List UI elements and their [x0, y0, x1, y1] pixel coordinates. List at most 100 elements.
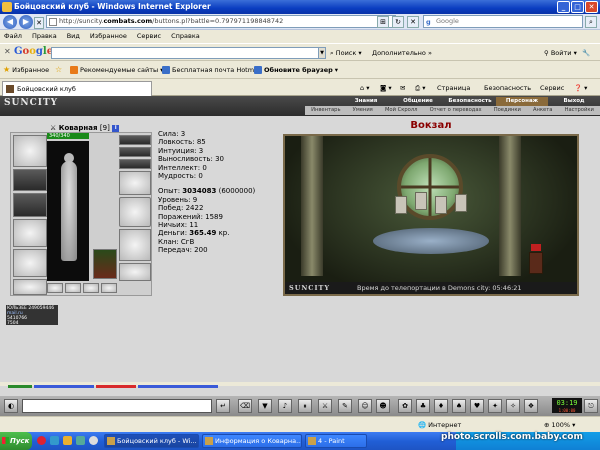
chat-toggle-icon[interactable]: ◐: [4, 399, 18, 413]
fav-item-update[interactable]: Обновите браузер ▾: [254, 61, 338, 79]
menu-view[interactable]: Вид: [67, 30, 80, 43]
action-icon-3[interactable]: ♦: [434, 399, 448, 413]
help-icon[interactable]: ❓ ▾: [574, 81, 587, 95]
maximize-button[interactable]: □: [571, 1, 584, 13]
rating-counter[interactable]: ЮЛЬЗЕЕ 249059446 mail.ru 5410766 7504: [6, 305, 58, 326]
forward-button[interactable]: ▶: [19, 15, 33, 29]
close-button[interactable]: ✕: [585, 1, 598, 13]
toolbar-close-icon[interactable]: ✕: [4, 47, 11, 56]
menu-help[interactable]: Справка: [171, 30, 200, 43]
pet-slot[interactable]: [93, 249, 117, 279]
search-input[interactable]: g Google: [423, 15, 583, 28]
small-slot-4[interactable]: [101, 283, 117, 293]
folder-icon[interactable]: [63, 436, 72, 445]
exit-game-icon[interactable]: ⎋: [584, 399, 598, 413]
ring-slot-2[interactable]: [119, 147, 151, 157]
nav-security[interactable]: Безопасность: [444, 97, 496, 106]
menu-favorites[interactable]: Избранное: [90, 30, 127, 43]
ring-slot-1[interactable]: [119, 135, 151, 145]
subnav-transfers[interactable]: Отчет о переводах: [430, 106, 482, 115]
belt-slot[interactable]: [13, 279, 47, 295]
helmet-slot[interactable]: [13, 135, 47, 167]
fav-item-suggested[interactable]: Рекомендуемые сайты ▾: [70, 61, 163, 79]
task-paint[interactable]: 4 - Paint: [305, 434, 367, 448]
action-icon-4[interactable]: ♠: [452, 399, 466, 413]
start-button[interactable]: Пуск: [0, 432, 32, 450]
dress-slot[interactable]: [119, 229, 151, 261]
google-search-dropdown[interactable]: ▼: [318, 47, 326, 59]
subnav-skills[interactable]: Умения: [353, 106, 373, 115]
fav-item-hotmail[interactable]: Бесплатная почта Hotmail: [162, 61, 262, 79]
cmd-service[interactable]: Сервис: [540, 81, 564, 95]
search-go-icon[interactable]: ⌕: [585, 16, 597, 28]
menu-file[interactable]: Файл: [4, 30, 22, 43]
cmd-page[interactable]: Страница: [437, 81, 470, 95]
subnav-fights[interactable]: Поединки: [494, 106, 521, 115]
building-2[interactable]: [415, 192, 427, 210]
google-more-button[interactable]: Дополнительно »: [372, 47, 432, 59]
chat-input[interactable]: [22, 399, 212, 413]
smile-icon[interactable]: ☺: [358, 399, 372, 413]
nav-knowledge[interactable]: Знания: [340, 97, 392, 106]
small-slot-1[interactable]: [47, 283, 63, 293]
add-favorite-icon[interactable]: ☆: [55, 61, 62, 79]
menu-tools[interactable]: Сервис: [137, 30, 161, 43]
address-bar[interactable]: http://suncity.combats.com/buttons.pl?ba…: [46, 15, 396, 28]
face-icon[interactable]: ☻: [376, 399, 390, 413]
earring-slot[interactable]: [13, 169, 47, 191]
subnav-scroll[interactable]: Мой Скролл: [385, 106, 418, 115]
gloves-slot[interactable]: [119, 171, 151, 195]
google-search-button[interactable]: ⌕ Поиск ▾: [330, 47, 362, 59]
task-info[interactable]: Информация о Коварна...: [202, 434, 302, 448]
action-icon-7[interactable]: ✧: [506, 399, 520, 413]
small-slot-3[interactable]: [83, 283, 99, 293]
fight-icon[interactable]: ⚔: [318, 399, 332, 413]
action-icon-5[interactable]: ♥: [470, 399, 484, 413]
send-icon[interactable]: ↵: [216, 399, 230, 413]
clear-icon[interactable]: ⌫: [238, 399, 252, 413]
pause-icon[interactable]: ⏸: [298, 399, 312, 413]
weapon-slot[interactable]: [13, 219, 47, 247]
filter-icon[interactable]: ▼: [258, 399, 272, 413]
building-1[interactable]: [395, 196, 407, 214]
menu-edit[interactable]: Правка: [32, 30, 57, 43]
shield-slot[interactable]: [119, 197, 151, 227]
google-search-input[interactable]: [51, 47, 319, 59]
scroll-icon[interactable]: ✎: [338, 399, 352, 413]
minimize-button[interactable]: _: [557, 1, 570, 13]
exit-door[interactable]: [529, 252, 543, 274]
google-signin-button[interactable]: ⚲ Войти ▾: [544, 47, 577, 59]
subnav-profile[interactable]: Анкета: [533, 106, 552, 115]
compat-view-icon[interactable]: ⊞: [377, 16, 389, 28]
nav-character[interactable]: Персонаж: [496, 97, 548, 106]
zoom-control[interactable]: ⊕ 100% ▾: [544, 417, 575, 433]
amulet-slot[interactable]: [13, 193, 47, 217]
action-icon-8[interactable]: ❖: [524, 399, 538, 413]
small-slot-2[interactable]: [65, 283, 81, 293]
home-icon[interactable]: ⌂ ▾: [360, 81, 369, 95]
action-icon-2[interactable]: ♣: [416, 399, 430, 413]
location-scene[interactable]: SUNCITY Время до телепортации в Demons c…: [283, 134, 579, 296]
info-icon[interactable]: i: [112, 124, 120, 132]
mail-icon[interactable]: ✉: [400, 81, 405, 95]
media-icon[interactable]: [89, 436, 98, 445]
subnav-settings[interactable]: Настройки: [565, 106, 594, 115]
nav-communication[interactable]: Общение: [392, 97, 444, 106]
building-4[interactable]: [455, 194, 467, 212]
rss-icon[interactable]: ◙ ▾: [380, 81, 392, 95]
subnav-inventory[interactable]: Инвентарь: [311, 106, 340, 115]
task-fightclub[interactable]: Бойцовский клуб - Wi...: [104, 434, 199, 448]
cmd-security[interactable]: Безопасность: [484, 81, 531, 95]
action-icon-1[interactable]: ✿: [398, 399, 412, 413]
boots-slot[interactable]: [119, 263, 151, 281]
favorites-button[interactable]: ★ Избранное: [3, 61, 49, 79]
building-3[interactable]: [435, 196, 447, 214]
refresh-icon[interactable]: ↻: [392, 16, 404, 28]
back-button[interactable]: ◀: [3, 15, 17, 29]
stop-icon[interactable]: ✕: [407, 16, 419, 28]
tab-fightclub[interactable]: Бойцовский клуб: [2, 81, 152, 96]
quicklaunch-icon[interactable]: [76, 436, 85, 445]
print-icon[interactable]: ⎙ ▾: [415, 81, 426, 95]
nav-exit[interactable]: Выход: [548, 97, 600, 106]
armor-slot[interactable]: [13, 249, 47, 277]
